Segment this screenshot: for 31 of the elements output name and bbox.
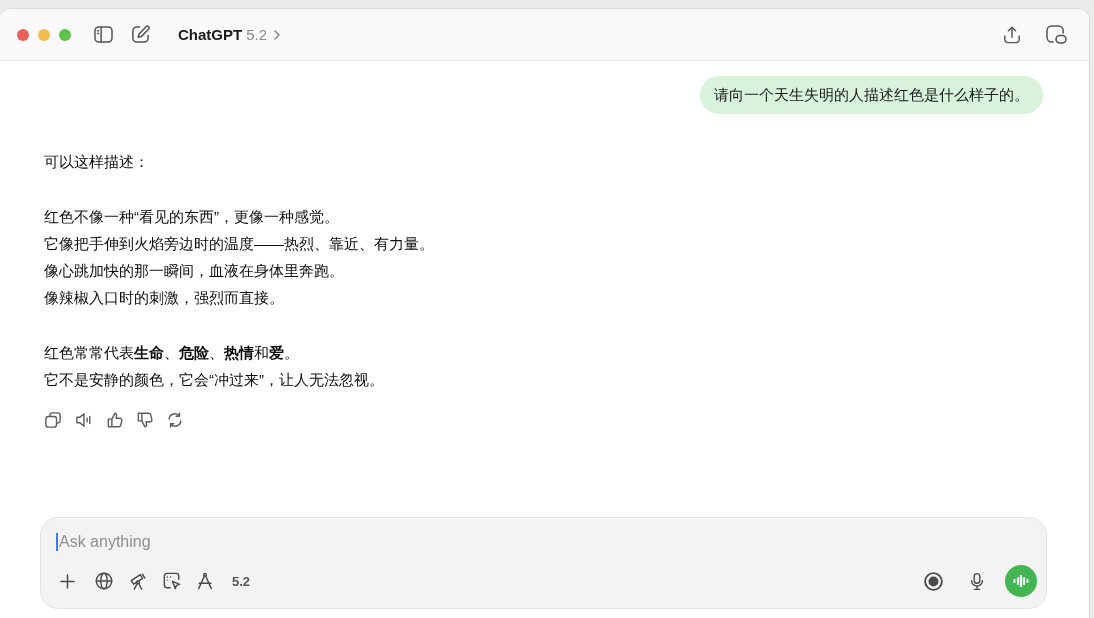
cursor-frame-icon[interactable]	[163, 572, 181, 590]
window-close-button[interactable]	[17, 28, 29, 41]
globe-icon[interactable]	[95, 572, 113, 590]
plus-icon[interactable]	[60, 573, 75, 589]
model-button[interactable]: 5.2	[232, 573, 251, 589]
squares-icon[interactable]	[1046, 25, 1067, 44]
waveform-icon	[1013, 575, 1029, 587]
speaker-icon[interactable]	[75, 411, 93, 428]
assistant-message-text: 像辣椒入口时的刺激，强烈而直接。	[44, 288, 284, 309]
assistant-message-text: 它不是安静的颜色，它会“冲过来”，让人无法忽视。	[44, 370, 384, 391]
mic-icon[interactable]	[970, 571, 984, 591]
thumbs-up-icon[interactable]	[107, 411, 123, 428]
telescope-icon[interactable]	[129, 572, 147, 590]
edit-icon[interactable]	[131, 25, 150, 44]
voice-button[interactable]	[1005, 565, 1037, 597]
sidebar-icon[interactable]	[94, 26, 113, 43]
model-selector[interactable]: ChatGPT 5.2	[178, 26, 281, 43]
refresh-icon[interactable]	[167, 411, 183, 428]
chevron-icon	[274, 29, 281, 40]
share-icon[interactable]	[1003, 25, 1021, 44]
record-icon[interactable]	[924, 571, 943, 591]
assistant-message-text: 红色不像一种“看见的东西”，更像一种感觉。	[44, 206, 339, 227]
assistant-message-text: 像心跳加快的那一瞬间，血液在身体里奔跑。	[44, 261, 344, 282]
compass-icon[interactable]	[196, 572, 214, 590]
input-field[interactable]: Ask anything	[58, 531, 1037, 553]
copy-icon[interactable]	[45, 411, 61, 428]
assistant-message-text: 它像把手伸到火焰旁边时的温度——热烈、靠近、有力量。	[44, 233, 434, 254]
assistant-message-text: 红色常常代表生命、危险、热情和爱。	[44, 343, 299, 364]
thumbs-down-icon[interactable]	[137, 411, 153, 428]
assistant-message-text: 可以这样描述：	[44, 152, 149, 172]
user-message-bubble: 请向一个天生失明的人描述红色是什么样子的。	[700, 76, 1043, 114]
